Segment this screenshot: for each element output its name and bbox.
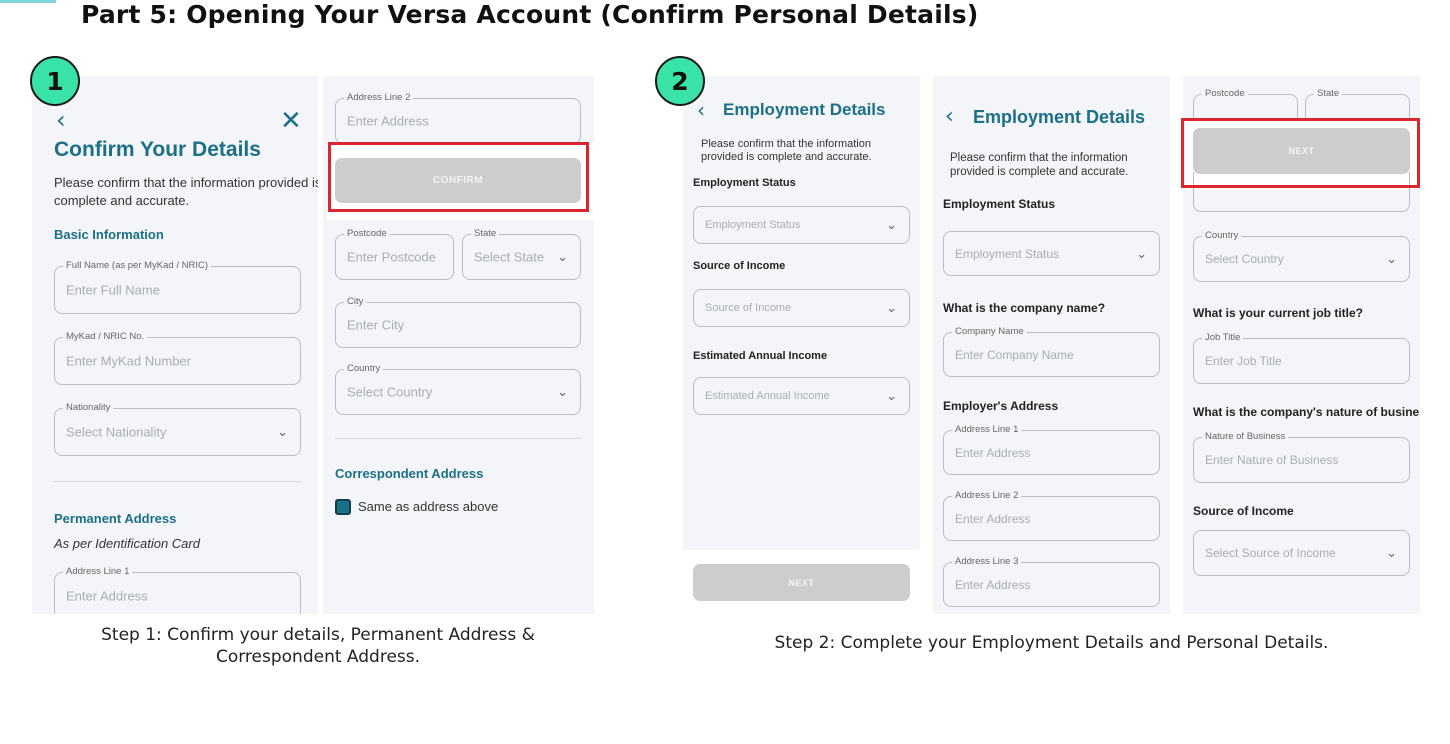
employment-status-label: Employment Status [943, 197, 1056, 211]
step-1-badge: 1 [30, 56, 80, 106]
address-line-1-field[interactable]: Address Line 1 Enter Address [54, 566, 301, 614]
chevron-down-icon: ⌄ [277, 424, 288, 439]
section-divider [335, 438, 581, 439]
employer-address-line-3[interactable]: Address Line 3 Enter Address [943, 556, 1160, 607]
nature-of-business-question: What is the company's nature of business… [1193, 405, 1420, 419]
screen-title: Employment Details [973, 107, 1146, 127]
postcode-field[interactable]: Postcode Enter Postcode [335, 228, 454, 280]
step-1-caption: Step 1: Confirm your details, Permanent … [101, 625, 535, 667]
country-select[interactable]: Country Select Country ⌄ [1193, 230, 1410, 282]
annual-income-label: Estimated Annual Income [693, 350, 828, 362]
city-field[interactable]: City Enter City [335, 296, 581, 348]
correspondent-address-heading: Correspondent Address [335, 466, 484, 481]
close-icon[interactable]: ✕ [280, 106, 302, 136]
annual-income-select[interactable]: Estimated Annual Income ⌄ [693, 377, 910, 415]
state-select[interactable]: State Select State ⌄ [462, 228, 581, 280]
nationality-select[interactable]: Nationality Select Nationality ⌄ [54, 402, 301, 456]
company-name-field[interactable]: Company Name Enter Company Name [943, 326, 1160, 377]
chevron-down-icon: ⌄ [557, 249, 568, 264]
page-title: Part 5: Opening Your Versa Account (Conf… [81, 0, 979, 29]
basic-info-heading: Basic Information [54, 227, 164, 242]
nature-of-business-field[interactable]: Nature of Business Enter Nature of Busin… [1193, 431, 1410, 483]
chevron-left-icon[interactable]: ‹ [697, 98, 705, 122]
next-button[interactable]: NEXT [693, 564, 910, 601]
mykad-field[interactable]: MyKad / NRIC No. Enter MyKad Number [54, 331, 301, 385]
address-line-2-field[interactable]: Address Line 2 Enter Address [335, 92, 581, 144]
step-2-caption: Step 2: Complete your Employment Details… [774, 633, 1329, 653]
same-address-label: Same as address above [358, 499, 499, 514]
employer-address-heading: Employer's Address [943, 399, 1059, 413]
country-select[interactable]: Country Select Country ⌄ [335, 363, 581, 415]
step-2-badge: 2 [655, 56, 705, 106]
intro-text: Please confirm that the information prov… [701, 138, 872, 163]
source-of-income-heading: Source of Income [1193, 504, 1294, 518]
chevron-down-icon: ⌄ [1136, 245, 1147, 261]
job-title-question: What is your current job title? [1193, 306, 1364, 320]
next-highlight-box [1181, 118, 1420, 188]
employer-address-line-2[interactable]: Address Line 2 Enter Address [943, 490, 1160, 541]
full-name-field[interactable]: Full Name (as per MyKad / NRIC) Enter Fu… [54, 260, 301, 314]
confirm-details-screen: ‹ ✕ Confirm Your Details Please confirm … [32, 76, 318, 614]
section-divider [54, 481, 301, 482]
chevron-down-icon: ⌄ [1386, 251, 1397, 266]
employer-address-line-1[interactable]: Address Line 1 Enter Address [943, 424, 1160, 475]
source-of-income-label: Source of Income [693, 260, 786, 272]
confirm-highlight-box [328, 142, 589, 212]
chevron-down-icon: ⌄ [886, 217, 897, 232]
employment-status-label: Employment Status [693, 177, 796, 189]
title-accent-bar [0, 0, 56, 3]
screen-title: Confirm Your Details [54, 138, 261, 161]
chevron-down-icon: ⌄ [886, 300, 897, 315]
source-of-income-select[interactable]: Select Source of Income ⌄ [1193, 530, 1410, 576]
employment-screen-short: ‹ Employment Details Please confirm that… [683, 76, 920, 614]
screen-title: Employment Details [723, 100, 886, 119]
company-name-question: What is the company name? [943, 301, 1106, 315]
employment-status-select[interactable]: Employment Status ⌄ [943, 231, 1160, 276]
permanent-address-heading: Permanent Address [54, 511, 177, 526]
source-of-income-select[interactable]: Source of Income ⌄ [693, 289, 910, 327]
employment-status-select[interactable]: Employment Status ⌄ [693, 206, 910, 244]
permanent-address-subtitle: As per Identification Card [54, 536, 200, 551]
employment-screen-full: ‹ Employment Details Please confirm that… [933, 76, 1170, 614]
intro-text: Please confirm that the information prov… [950, 152, 1129, 178]
job-title-field[interactable]: Job Title Enter Job Title [1193, 332, 1410, 384]
chevron-down-icon: ⌄ [886, 388, 897, 403]
chevron-left-icon[interactable]: ‹ [945, 104, 954, 129]
same-address-checkbox[interactable] [335, 499, 351, 515]
chevron-down-icon: ⌄ [557, 384, 568, 399]
chevron-down-icon: ⌄ [1386, 545, 1397, 560]
chevron-left-icon[interactable]: ‹ [56, 106, 66, 134]
intro-text: Please confirm that the information prov… [54, 175, 318, 208]
